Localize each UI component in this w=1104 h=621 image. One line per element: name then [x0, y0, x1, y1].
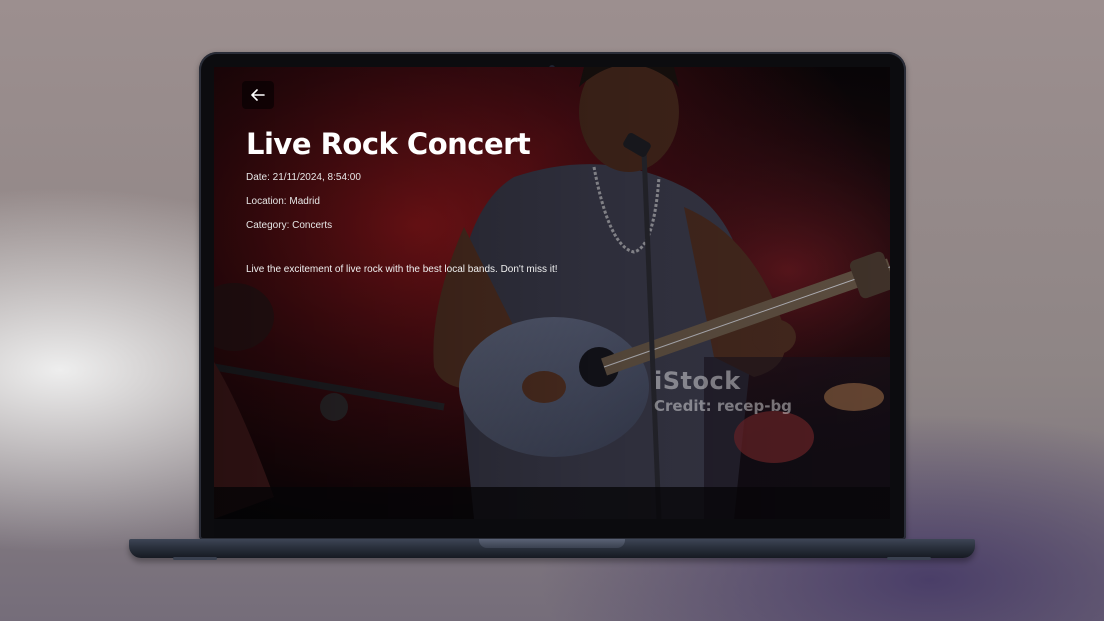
back-button[interactable] — [242, 81, 274, 109]
screen-bezel-bottom — [214, 519, 890, 537]
watermark-credit: Credit: recep-bg — [654, 397, 792, 415]
app-screen: iStock Credit: recep-bg Live Rock Concer… — [214, 67, 890, 519]
event-category: Category: Concerts — [246, 220, 333, 231]
laptop-foot-right — [887, 557, 931, 560]
event-date: Date: 21/11/2024, 8:54:00 — [246, 172, 361, 183]
laptop-base — [129, 539, 975, 560]
event-details: Live Rock Concert Date: 21/11/2024, 8:54… — [246, 125, 866, 287]
arrow-left-icon — [251, 89, 265, 101]
laptop-notch — [479, 539, 625, 548]
watermark: iStock Credit: recep-bg — [654, 367, 854, 415]
event-title: Live Rock Concert — [246, 127, 531, 161]
laptop-foot-left — [173, 557, 217, 560]
event-description: Live the excitement of live rock with th… — [246, 264, 558, 275]
event-location: Location: Madrid — [246, 196, 320, 207]
watermark-brand: iStock — [654, 367, 741, 395]
